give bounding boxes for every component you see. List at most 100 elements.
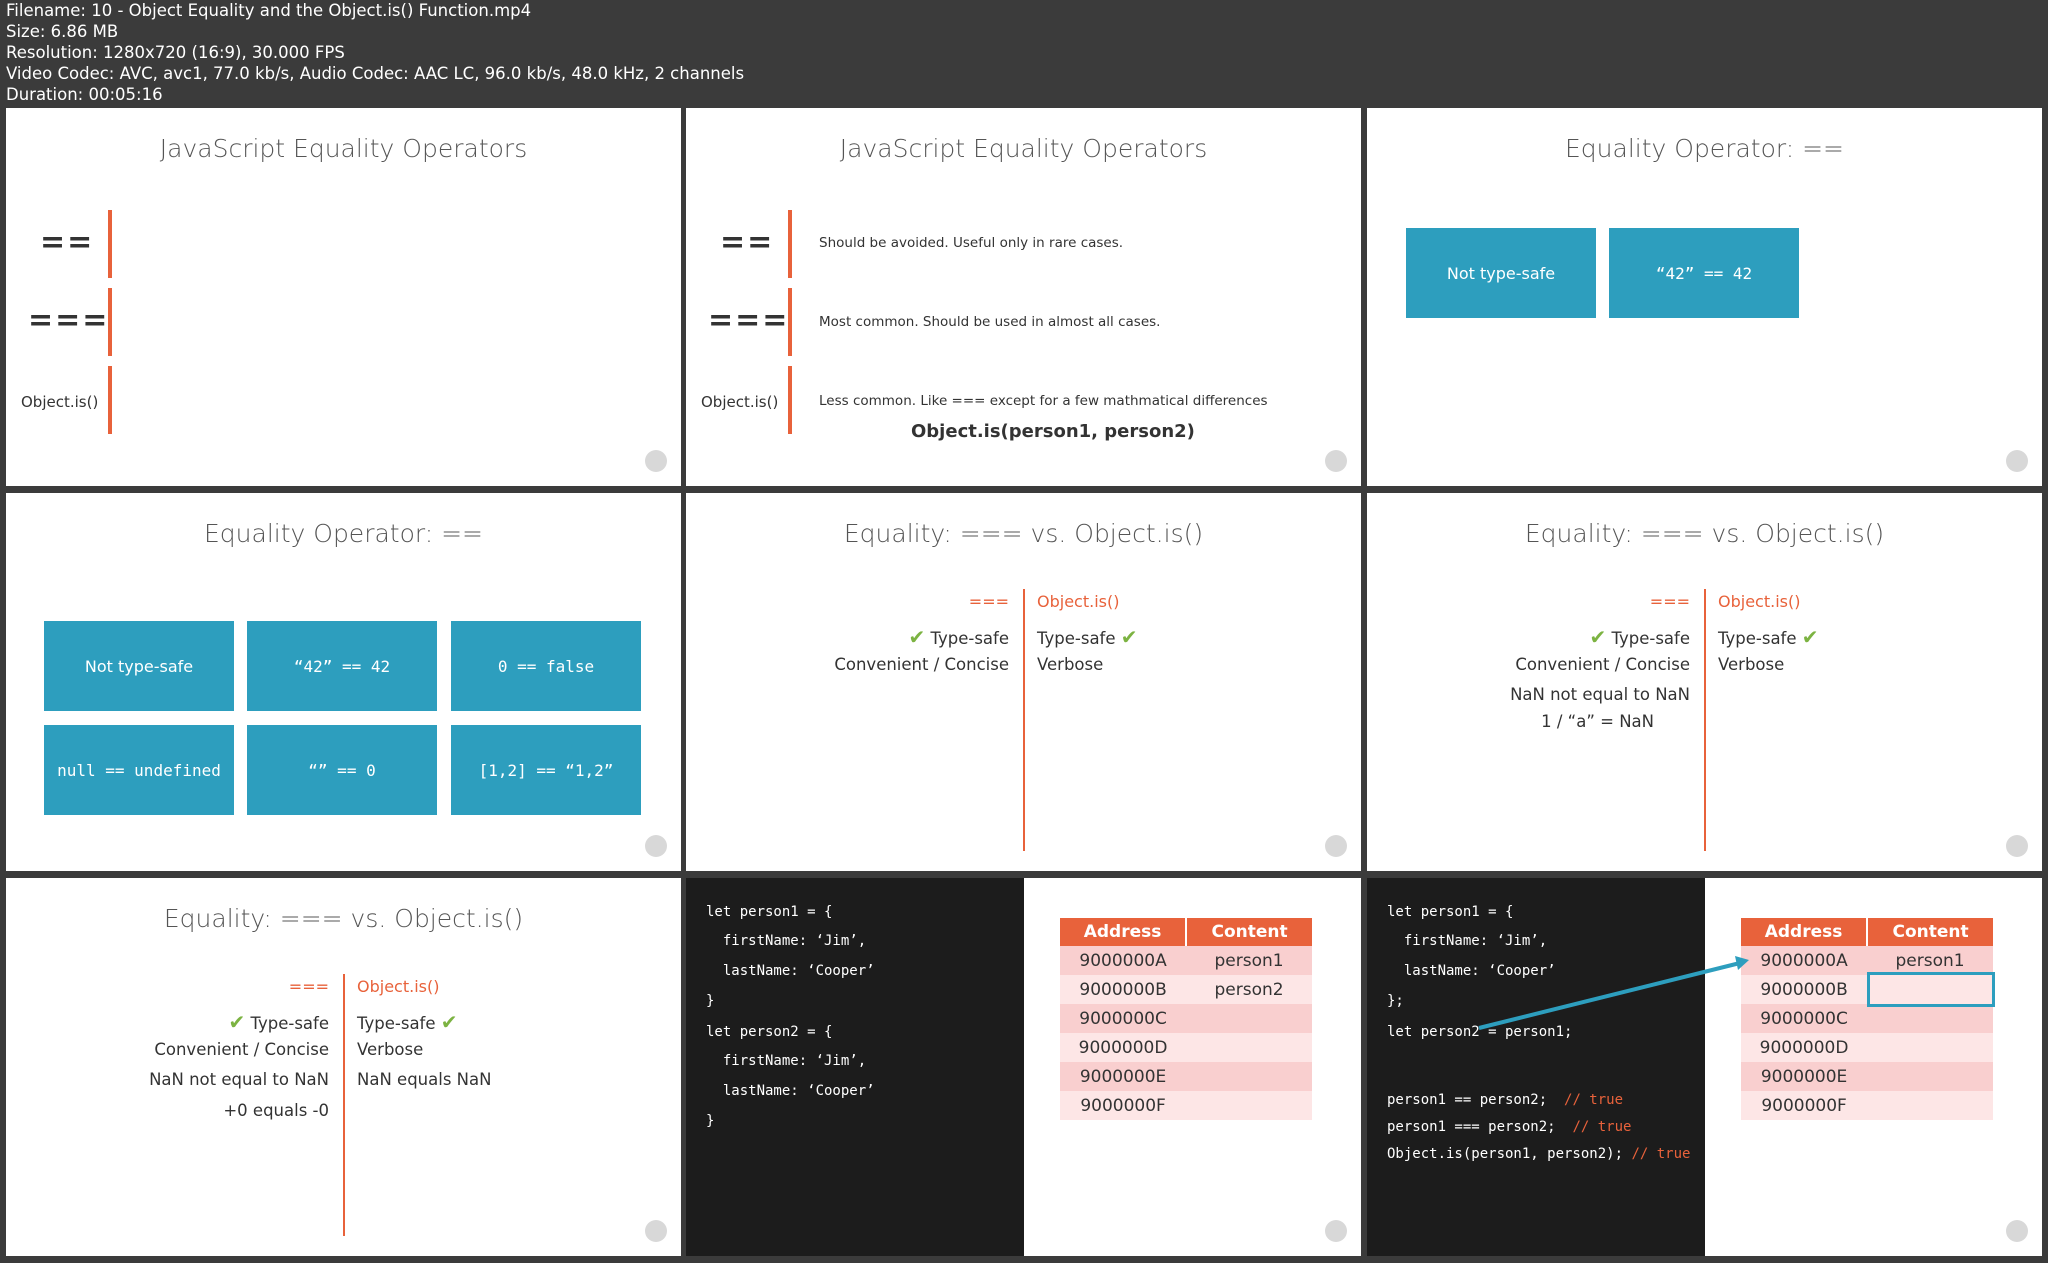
op-description: Most common. Should be used in almost al… (819, 314, 1161, 330)
slide-title: Equality Operator: == (204, 519, 483, 548)
left-item: ✔ Type-safe (1589, 625, 1690, 649)
right-header: Object.is() (357, 977, 440, 996)
divider (343, 974, 345, 1236)
box-example: null == undefined (44, 725, 234, 815)
left-header: === (288, 977, 329, 996)
right-item: Verbose (357, 1040, 424, 1059)
column-header-content: Content (1185, 918, 1312, 946)
info-size: Size: 6.86 MB (6, 22, 119, 41)
accent-bar (108, 210, 112, 278)
code-line: lastName: ‘Cooper’ (706, 1083, 875, 1099)
left-item: 1 / “a” = NaN (1541, 712, 1654, 731)
info-filename: Filename: 10 - Object Equality and the O… (6, 1, 532, 20)
op-description: Should be avoided. Useful only in rare c… (819, 235, 1124, 251)
slide-title: JavaScript Equality Operators (159, 134, 528, 163)
op-object-is: Object.is() (21, 393, 99, 411)
slide-1[interactable]: JavaScript Equality Operators == === Obj… (6, 108, 681, 486)
example-call: Object.is(person1, person2) (911, 421, 1195, 442)
video-info-header: Filename: 10 - Object Equality and the O… (0, 0, 2048, 108)
info-duration: Duration: 00:05:16 (6, 85, 163, 104)
accent-bar (788, 366, 792, 434)
slide-title: Equality: === vs. Object.is() (1524, 519, 1885, 548)
divider (1704, 589, 1706, 851)
slide-title: Equality: === vs. Object.is() (163, 904, 524, 933)
check-icon: ✔ (228, 1010, 246, 1034)
column-header-address: Address (1060, 918, 1187, 946)
slide-3[interactable]: Equality Operator: == Not type-safe “42”… (1367, 108, 2042, 486)
right-header: Object.is() (1037, 592, 1120, 611)
slide-title: Equality Operator: == (1565, 134, 1844, 163)
table-row: 9000000C (1060, 1004, 1312, 1033)
right-item: NaN equals NaN (357, 1070, 492, 1089)
left-item: +0 equals -0 (223, 1101, 329, 1120)
left-item: ✔ Type-safe (228, 1010, 329, 1034)
op-object-is: Object.is() (701, 393, 779, 411)
reference-arrow-icon (1478, 956, 1749, 1030)
slide-6[interactable]: Equality: === vs. Object.is() === Object… (1367, 493, 2042, 871)
check-icon: ✔ (1120, 625, 1138, 649)
left-item: ✔ Type-safe (908, 625, 1009, 649)
right-item: Verbose (1718, 655, 1785, 674)
watermark-icon (1325, 1220, 1347, 1242)
info-codec: Video Codec: AVC, avc1, 77.0 kb/s, Audio… (6, 64, 745, 83)
table-row: 9000000A person1 (1060, 946, 1312, 975)
left-header: === (1649, 592, 1690, 611)
memory-pane: Address Content 9000000A person1 9000000B… (1024, 878, 1361, 1256)
info-resolution: Resolution: 1280x720 (16:9), 30.000 FPS (6, 43, 345, 62)
right-item: Type-safe ✔ (1718, 625, 1819, 649)
slide-4[interactable]: Equality Operator: == Not type-safe “42”… (6, 493, 681, 871)
watermark-icon (2006, 835, 2028, 857)
code-line: firstName: ‘Jim’, (706, 1053, 867, 1069)
code-line: } (706, 993, 715, 1009)
code-line: } (706, 1113, 715, 1129)
slide-2[interactable]: JavaScript Equality Operators == Should … (686, 108, 1361, 486)
accent-bar (108, 288, 112, 356)
thumbnail-grid: JavaScript Equality Operators == === Obj… (0, 108, 2048, 1263)
box-example: “42” == 42 (1609, 228, 1799, 318)
code-pane: let person1 = { firstName: ‘Jim’, lastNa… (686, 878, 1024, 1256)
table-row: 9000000E (1060, 1062, 1312, 1091)
box-example: 0 == false (451, 621, 641, 711)
box-example: “42” == 42 (247, 621, 437, 711)
right-item: Type-safe ✔ (357, 1010, 458, 1034)
slide-7[interactable]: Equality: === vs. Object.is() === Object… (6, 878, 681, 1256)
slide-9[interactable]: let person1 = { firstName: ‘Jim’, lastNa… (1367, 878, 2042, 1256)
code-line: firstName: ‘Jim’, (706, 933, 867, 949)
left-header: === (968, 592, 1009, 611)
left-item: Convenient / Concise (834, 655, 1009, 674)
check-icon: ✔ (1801, 625, 1819, 649)
watermark-icon (645, 450, 667, 472)
watermark-icon (645, 1220, 667, 1242)
accent-bar (788, 288, 792, 356)
left-item: NaN not equal to NaN (1510, 685, 1690, 704)
slide-title: JavaScript Equality Operators (839, 134, 1208, 163)
watermark-icon (645, 835, 667, 857)
slide-title: Equality: === vs. Object.is() (843, 519, 1204, 548)
box-not-type-safe: Not type-safe (1406, 228, 1596, 318)
box-example: [1,2] == “1,2” (451, 725, 641, 815)
slide-8[interactable]: let person1 = { firstName: ‘Jim’, lastNa… (686, 878, 1361, 1256)
divider (1023, 589, 1025, 851)
slide-5[interactable]: Equality: === vs. Object.is() === Object… (686, 493, 1361, 871)
accent-bar (108, 366, 112, 434)
check-icon: ✔ (1589, 625, 1607, 649)
op-description: Less common. Like === except for a few m… (819, 393, 1268, 409)
left-item: Convenient / Concise (1515, 655, 1690, 674)
box-not-type-safe: Not type-safe (44, 621, 234, 711)
check-icon: ✔ (440, 1010, 458, 1034)
box-example: “” == 0 (247, 725, 437, 815)
memory-table: Address Content 9000000A person1 9000000B… (1060, 918, 1312, 1120)
watermark-icon (1325, 835, 1347, 857)
code-line: let person1 = { (706, 904, 833, 920)
right-item: Type-safe ✔ (1037, 625, 1138, 649)
accent-bar (788, 210, 792, 278)
left-item: NaN not equal to NaN (149, 1070, 329, 1089)
watermark-icon (2006, 450, 2028, 472)
table-row: 9000000B person2 (1060, 975, 1312, 1004)
code-line: let person2 = { (706, 1024, 833, 1040)
table-row: 9000000D (1060, 1033, 1312, 1062)
right-header: Object.is() (1718, 592, 1801, 611)
op-double-equals: == (40, 225, 95, 260)
table-row: 9000000F (1060, 1091, 1312, 1120)
check-icon: ✔ (908, 625, 926, 649)
